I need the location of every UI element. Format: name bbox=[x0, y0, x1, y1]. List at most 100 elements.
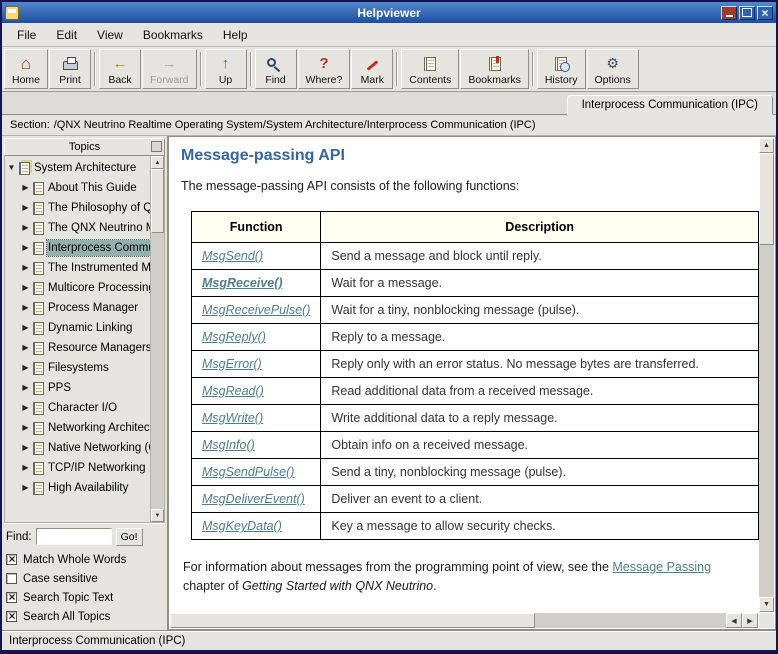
titlebar[interactable]: Helpviewer bbox=[2, 2, 776, 23]
tree-expand-arrow-icon[interactable]: ▶ bbox=[21, 464, 30, 472]
tree-item[interactable]: ▶ Process Manager bbox=[5, 298, 150, 318]
tree-item[interactable]: ▶ Interprocess Communication (IPC) bbox=[5, 238, 150, 258]
home-button[interactable]: Home bbox=[4, 49, 48, 89]
tree-item-label[interactable]: About This Guide bbox=[47, 180, 150, 196]
tree-item-label[interactable]: Multicore Processing bbox=[47, 280, 150, 296]
detach-panel-icon[interactable] bbox=[151, 141, 162, 152]
tree-expand-arrow-icon[interactable]: ▶ bbox=[21, 304, 30, 312]
tree-expand-arrow-icon[interactable]: ▶ bbox=[21, 384, 30, 392]
tree-item-label[interactable]: The Instrumented Microkernel bbox=[47, 260, 150, 276]
tree-item-label[interactable]: Interprocess Communication (IPC) bbox=[47, 240, 150, 256]
tree-item-label[interactable]: High Availability bbox=[47, 480, 150, 496]
tree-expand-arrow-icon[interactable]: ▶ bbox=[21, 204, 30, 212]
tree-expand-arrow-icon[interactable]: ▶ bbox=[21, 324, 30, 332]
back-button[interactable]: Back bbox=[99, 49, 141, 89]
tree-expand-arrow-icon[interactable]: ▼ bbox=[7, 164, 16, 172]
search-option[interactable]: Match Whole Words bbox=[6, 550, 165, 569]
go-button[interactable]: Go! bbox=[116, 528, 143, 546]
tree-item-label[interactable]: Networking Architecture bbox=[47, 420, 150, 436]
tree-item-label[interactable]: The Philosophy of QNX Neutrino bbox=[47, 200, 150, 216]
tree-item[interactable]: ▼ System Architecture bbox=[5, 158, 150, 178]
scroll-down-icon[interactable] bbox=[151, 509, 164, 522]
menu-item[interactable]: Help bbox=[214, 25, 257, 45]
function-link[interactable]: MsgKeyData() bbox=[202, 519, 282, 533]
tree-item[interactable]: ▶ Resource Managers bbox=[5, 338, 150, 358]
tree-item[interactable]: ▶ About This Guide bbox=[5, 178, 150, 198]
menu-item[interactable]: View bbox=[88, 25, 132, 45]
tree-item-label[interactable]: Resource Managers bbox=[47, 340, 150, 356]
vertical-scrollbar[interactable] bbox=[759, 138, 774, 612]
options-button[interactable]: Options bbox=[587, 49, 639, 89]
function-link[interactable]: MsgReply() bbox=[202, 330, 266, 344]
scroll-down-icon[interactable] bbox=[759, 597, 774, 612]
tree-item-label[interactable]: PPS bbox=[47, 380, 150, 396]
tree-item[interactable]: ▶ High Availability bbox=[5, 478, 150, 498]
scrollbar-track[interactable] bbox=[759, 245, 774, 597]
tree-expand-arrow-icon[interactable]: ▶ bbox=[21, 284, 30, 292]
window-menu-icon[interactable] bbox=[5, 6, 19, 20]
mark-button[interactable]: Mark bbox=[351, 49, 393, 89]
scroll-up-icon[interactable] bbox=[151, 156, 164, 169]
tree-item-label[interactable]: Character I/O bbox=[47, 400, 150, 416]
checkbox[interactable] bbox=[6, 592, 17, 603]
tree-item-label[interactable]: TCP/IP Networking bbox=[47, 460, 150, 476]
tree-item-label[interactable]: Filesystems bbox=[47, 360, 150, 376]
function-link[interactable]: MsgReceivePulse() bbox=[202, 303, 310, 317]
function-link[interactable]: MsgReceive() bbox=[202, 276, 283, 290]
tree-item[interactable]: ▶ Filesystems bbox=[5, 358, 150, 378]
search-option[interactable]: Search Topic Text bbox=[6, 588, 165, 607]
menu-item[interactable]: Edit bbox=[47, 25, 86, 45]
tree-expand-arrow-icon[interactable]: ▶ bbox=[21, 344, 30, 352]
tree-item[interactable]: ▶ The Philosophy of QNX Neutrino bbox=[5, 198, 150, 218]
tree-expand-arrow-icon[interactable]: ▶ bbox=[21, 444, 30, 452]
tree-expand-arrow-icon[interactable]: ▶ bbox=[21, 364, 30, 372]
tree-item[interactable]: ▶ Multicore Processing bbox=[5, 278, 150, 298]
find-button[interactable]: Find bbox=[255, 49, 297, 89]
tree-item[interactable]: ▶ The QNX Neutrino Microkernel bbox=[5, 218, 150, 238]
tree-scrollbar[interactable] bbox=[150, 156, 164, 522]
menu-item[interactable]: File bbox=[8, 25, 45, 45]
function-link[interactable]: MsgSendPulse() bbox=[202, 465, 294, 479]
close-button[interactable] bbox=[757, 6, 773, 20]
function-link[interactable]: MsgSend() bbox=[202, 249, 263, 263]
scrollbar-track[interactable] bbox=[535, 613, 726, 628]
tree-item[interactable]: ▶ Native Networking (Qnet) bbox=[5, 438, 150, 458]
tree-item[interactable]: ▶ Dynamic Linking bbox=[5, 318, 150, 338]
function-link[interactable]: MsgWrite() bbox=[202, 411, 263, 425]
tree-item[interactable]: ▶ PPS bbox=[5, 378, 150, 398]
function-link[interactable]: MsgError() bbox=[202, 357, 262, 371]
tree-expand-arrow-icon[interactable]: ▶ bbox=[21, 184, 30, 192]
scrollbar-track[interactable] bbox=[151, 233, 164, 509]
scroll-left-icon[interactable] bbox=[726, 613, 742, 628]
checkbox[interactable] bbox=[6, 554, 17, 565]
history-button[interactable]: History bbox=[537, 49, 586, 89]
tree-item[interactable]: ▶ TCP/IP Networking bbox=[5, 458, 150, 478]
menu-item[interactable]: Bookmarks bbox=[134, 25, 212, 45]
minimize-button[interactable] bbox=[721, 6, 737, 20]
function-link[interactable]: MsgInfo() bbox=[202, 438, 255, 452]
find-input[interactable] bbox=[36, 528, 112, 545]
tree-item-label[interactable]: Process Manager bbox=[47, 300, 150, 316]
bookmarks-button[interactable]: Bookmarks bbox=[460, 49, 529, 89]
function-link[interactable]: MsgDeliverEvent() bbox=[202, 492, 305, 506]
contents-button[interactable]: Contents bbox=[401, 49, 459, 89]
tab-ipc[interactable]: Interprocess Communication (IPC) bbox=[567, 95, 773, 115]
tree-item[interactable]: ▶ The Instrumented Microkernel bbox=[5, 258, 150, 278]
tree-expand-arrow-icon[interactable]: ▶ bbox=[21, 244, 30, 252]
up-button[interactable]: Up bbox=[205, 49, 247, 89]
tree-item[interactable]: ▶ Networking Architecture bbox=[5, 418, 150, 438]
tree-expand-arrow-icon[interactable]: ▶ bbox=[21, 224, 30, 232]
scrollbar-thumb[interactable] bbox=[151, 169, 164, 233]
scrollbar-thumb[interactable] bbox=[170, 613, 535, 628]
forward-button[interactable]: Forward bbox=[142, 49, 197, 89]
checkbox[interactable] bbox=[6, 573, 17, 584]
scroll-right-icon[interactable] bbox=[742, 613, 758, 628]
message-passing-link[interactable]: Message Passing bbox=[612, 560, 711, 574]
print-button[interactable]: Print bbox=[49, 49, 91, 89]
tree-expand-arrow-icon[interactable]: ▶ bbox=[21, 484, 30, 492]
where-button[interactable]: Where? bbox=[298, 49, 351, 89]
scroll-up-icon[interactable] bbox=[759, 138, 774, 153]
horizontal-scrollbar[interactable] bbox=[170, 613, 758, 628]
search-option[interactable]: Search All Topics bbox=[6, 607, 165, 626]
tree-expand-arrow-icon[interactable]: ▶ bbox=[21, 404, 30, 412]
